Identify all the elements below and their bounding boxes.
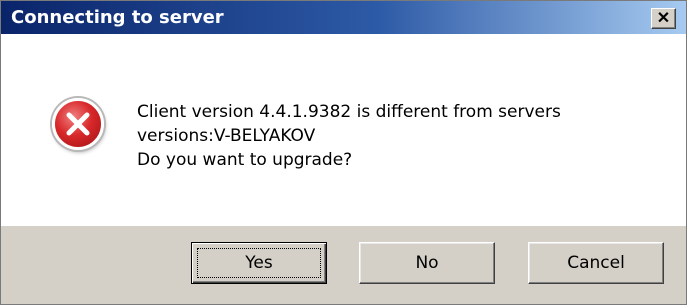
close-icon: ✕ xyxy=(656,9,671,27)
error-x-mark xyxy=(66,112,90,136)
title-bar[interactable]: Connecting to server ✕ xyxy=(1,1,686,34)
message-line-1: Client version 4.4.1.9382 is different f… xyxy=(137,102,561,122)
cancel-button[interactable]: Cancel xyxy=(528,242,664,284)
dialog-content: Client version 4.4.1.9382 is different f… xyxy=(1,34,686,226)
focus-ring xyxy=(197,248,321,278)
cancel-button-label: Cancel xyxy=(567,253,625,273)
dialog-window: Connecting to server ✕ Client version 4.… xyxy=(0,0,687,305)
no-button[interactable]: No xyxy=(359,242,495,284)
error-icon xyxy=(52,98,104,150)
message-line-3: Do you want to upgrade? xyxy=(137,150,353,170)
message-line-2: versions:V-BELYAKOV xyxy=(137,126,316,146)
dialog-title: Connecting to server xyxy=(11,7,224,28)
no-button-label: No xyxy=(415,253,439,273)
yes-button[interactable]: Yes xyxy=(191,242,327,284)
message-text: Client version 4.4.1.9382 is different f… xyxy=(137,100,561,172)
button-bar: Yes No Cancel xyxy=(1,226,686,304)
close-button[interactable]: ✕ xyxy=(651,8,676,29)
